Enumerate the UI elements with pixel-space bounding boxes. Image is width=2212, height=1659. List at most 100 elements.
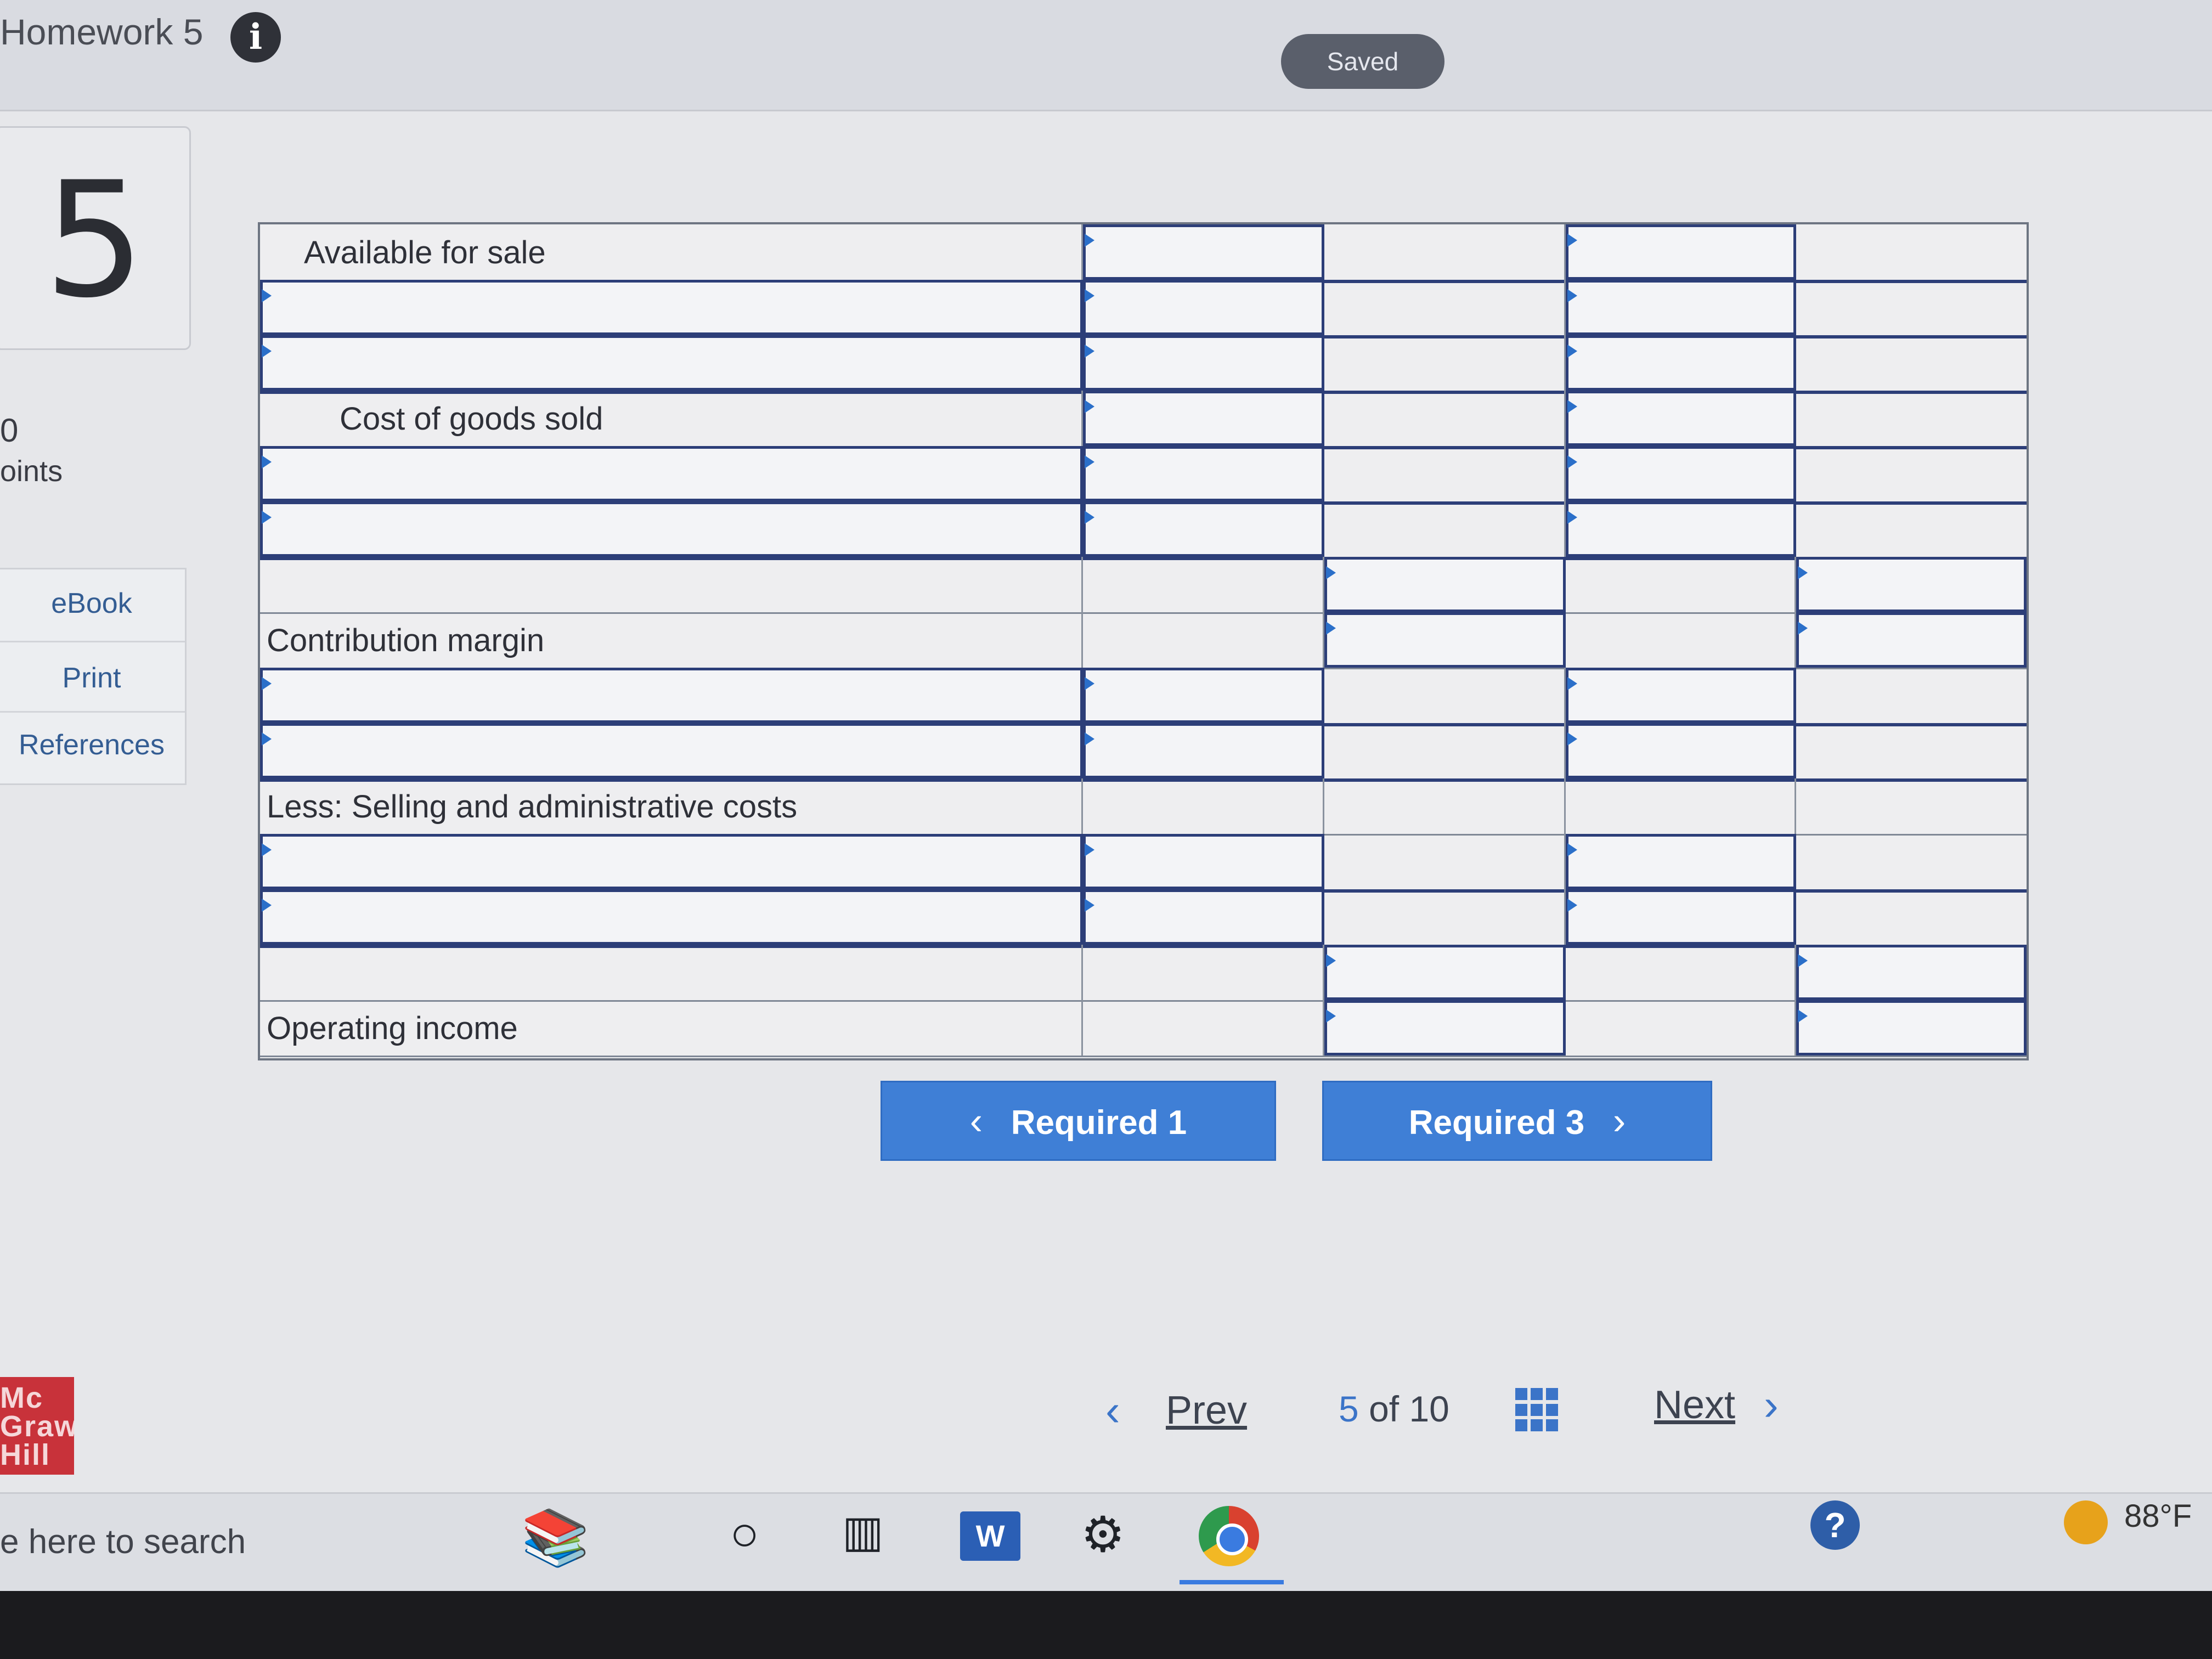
table-row: [260, 945, 2027, 1002]
current-page: 5: [1339, 1389, 1359, 1429]
page-indicator: 5 of 10: [1339, 1388, 1449, 1430]
screen-bezel: [0, 1591, 2212, 1659]
account-dropdown[interactable]: [260, 335, 1083, 391]
account-dropdown[interactable]: [260, 889, 1083, 945]
amount-input[interactable]: [1796, 612, 2027, 668]
amount-input[interactable]: [1566, 501, 1796, 557]
table-row: [260, 335, 2027, 394]
amount-input[interactable]: [1796, 557, 2027, 612]
weather-temp: 88°F: [2124, 1498, 2192, 1534]
table-row: Available for sale: [260, 224, 2027, 283]
word-app-icon[interactable]: W: [960, 1511, 1020, 1561]
table-row: Operating income: [260, 1000, 2027, 1057]
chevron-left-icon: ‹: [969, 1099, 983, 1142]
empty-cell: [1796, 723, 2027, 778]
amount-input[interactable]: [1324, 1000, 1566, 1056]
question-number: 5: [44, 148, 145, 333]
empty-cell: [1796, 391, 2027, 446]
empty-cell: [1083, 945, 1324, 1000]
empty-cell: [1324, 335, 1566, 391]
references-link[interactable]: References: [0, 729, 185, 761]
settings-gear-icon[interactable]: ⚙: [1081, 1506, 1125, 1564]
empty-cell: [1083, 612, 1324, 668]
table-row: [260, 501, 2027, 560]
row-label-cell: Operating income: [260, 1000, 1083, 1056]
taskbar-search[interactable]: e here to search: [0, 1522, 246, 1561]
row-label: Cost of goods sold: [340, 401, 603, 437]
print-link[interactable]: Print: [0, 662, 185, 695]
empty-cell: [1796, 834, 2027, 889]
chevron-right-icon: ›: [1612, 1099, 1626, 1142]
prev-link[interactable]: Prev: [1166, 1388, 1247, 1433]
saved-status-badge: Saved: [1281, 34, 1444, 89]
amount-input[interactable]: [1796, 945, 2027, 1000]
widget-icon[interactable]: 📚: [521, 1506, 590, 1570]
info-icon[interactable]: i: [230, 12, 281, 63]
cortana-circle-icon[interactable]: ○: [730, 1506, 759, 1562]
amount-input[interactable]: [1566, 668, 1796, 723]
points-label: oints: [0, 455, 63, 488]
task-view-icon[interactable]: ▥: [842, 1506, 884, 1557]
table-row: [260, 280, 2027, 338]
amount-input[interactable]: [1324, 945, 1566, 1000]
assignment-title: Homework 5: [0, 12, 204, 52]
amount-input[interactable]: [1796, 1000, 2027, 1056]
table-row: [260, 889, 2027, 948]
amount-input[interactable]: [1083, 889, 1324, 945]
amount-input[interactable]: [1566, 335, 1796, 391]
account-dropdown[interactable]: [260, 723, 1083, 778]
amount-input[interactable]: [1083, 335, 1324, 391]
row-label: Contribution margin: [267, 623, 545, 658]
amount-input[interactable]: [1566, 391, 1796, 446]
ebook-link[interactable]: eBook: [0, 587, 185, 620]
amount-input[interactable]: [1566, 280, 1796, 335]
empty-cell: [1796, 280, 2027, 335]
amount-input[interactable]: [1083, 446, 1324, 501]
chevron-right-icon[interactable]: ›: [1764, 1380, 1779, 1430]
empty-cell: [1796, 668, 2027, 723]
empty-cell: [1083, 1000, 1324, 1056]
amount-input[interactable]: [1083, 280, 1324, 335]
chrome-app-icon[interactable]: [1199, 1506, 1259, 1566]
amount-input[interactable]: [1566, 224, 1796, 280]
required-3-button[interactable]: Required 3 ›: [1322, 1081, 1712, 1161]
table-row: [260, 834, 2027, 893]
points-value: 0: [0, 412, 19, 449]
row-label-cell: Available for sale: [260, 224, 1083, 280]
weather-sun-icon: [2064, 1500, 2108, 1544]
empty-cell: [1324, 834, 1566, 889]
empty-cell: [1796, 224, 2027, 280]
account-dropdown[interactable]: [260, 280, 1083, 335]
amount-input[interactable]: [1566, 834, 1796, 889]
required-1-button[interactable]: ‹ Required 1: [881, 1081, 1276, 1161]
help-icon[interactable]: ?: [1810, 1500, 1860, 1550]
amount-input[interactable]: [1566, 889, 1796, 945]
row-label-cell: Cost of goods sold: [260, 391, 1083, 446]
chevron-left-icon[interactable]: ‹: [1105, 1385, 1120, 1436]
amount-input[interactable]: [1324, 612, 1566, 668]
empty-cell: [1566, 778, 1796, 834]
empty-cell: [1324, 668, 1566, 723]
amount-input[interactable]: [1083, 391, 1324, 446]
amount-input[interactable]: [1083, 668, 1324, 723]
amount-input[interactable]: [1083, 501, 1324, 557]
account-dropdown[interactable]: [260, 834, 1083, 889]
table-row: [260, 557, 2027, 614]
amount-input[interactable]: [1566, 723, 1796, 778]
amount-input[interactable]: [1083, 834, 1324, 889]
empty-cell: [1796, 501, 2027, 557]
row-label-cell: [260, 557, 1083, 612]
empty-cell: [1324, 280, 1566, 335]
amount-input[interactable]: [1566, 446, 1796, 501]
side-menu: eBook Print References: [0, 568, 187, 785]
empty-cell: [1324, 778, 1566, 834]
account-dropdown[interactable]: [260, 446, 1083, 501]
amount-input[interactable]: [1324, 557, 1566, 612]
question-grid-icon[interactable]: [1515, 1388, 1559, 1432]
account-dropdown[interactable]: [260, 668, 1083, 723]
amount-input[interactable]: [1083, 224, 1324, 280]
empty-cell: [1083, 778, 1324, 834]
amount-input[interactable]: [1083, 723, 1324, 778]
account-dropdown[interactable]: [260, 501, 1083, 557]
next-link[interactable]: Next: [1654, 1383, 1735, 1427]
